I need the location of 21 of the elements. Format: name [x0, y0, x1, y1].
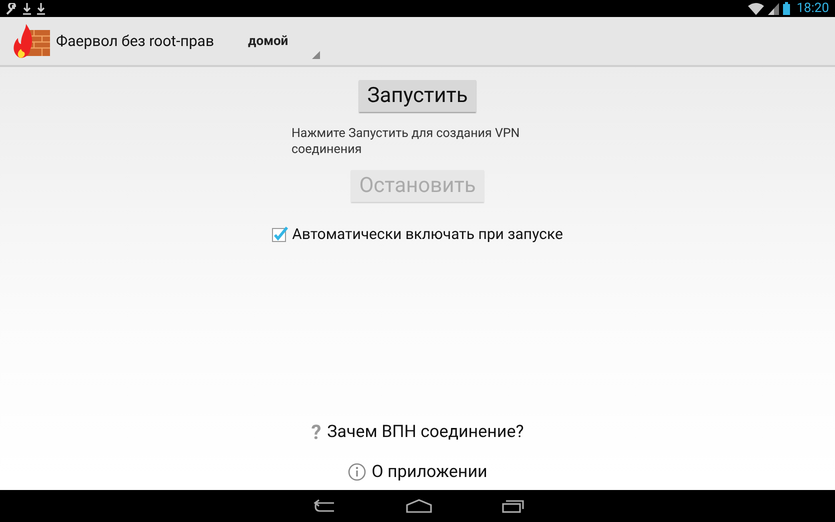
autostart-label[interactable]: Автоматически включать при запуске [292, 225, 563, 243]
home-icon[interactable] [406, 499, 432, 513]
signal-icon [768, 2, 779, 14]
back-icon[interactable] [312, 499, 336, 513]
start-button[interactable]: Запустить [359, 80, 476, 112]
checkbox[interactable] [272, 226, 288, 242]
dropdown-corner-icon [312, 51, 320, 59]
help-link[interactable]: Зачем ВПН соединение? [327, 422, 524, 442]
clock: 18:20 [796, 1, 829, 16]
info-icon [348, 463, 366, 481]
hint-text: Нажмите Запустить для создания VPN соединения [292, 126, 521, 158]
app-title: Фаервол без root-прав [56, 32, 214, 50]
question-mark-icon: ? [311, 420, 322, 444]
battery-icon [782, 2, 790, 15]
wifi-icon [748, 2, 764, 14]
download-icon [22, 2, 32, 14]
firewall-logo-icon [12, 24, 52, 58]
profile-dropdown[interactable]: домой [244, 17, 320, 65]
recent-apps-icon[interactable] [502, 499, 524, 513]
about-link[interactable]: О приложении [372, 462, 488, 482]
download-icon [36, 2, 46, 14]
